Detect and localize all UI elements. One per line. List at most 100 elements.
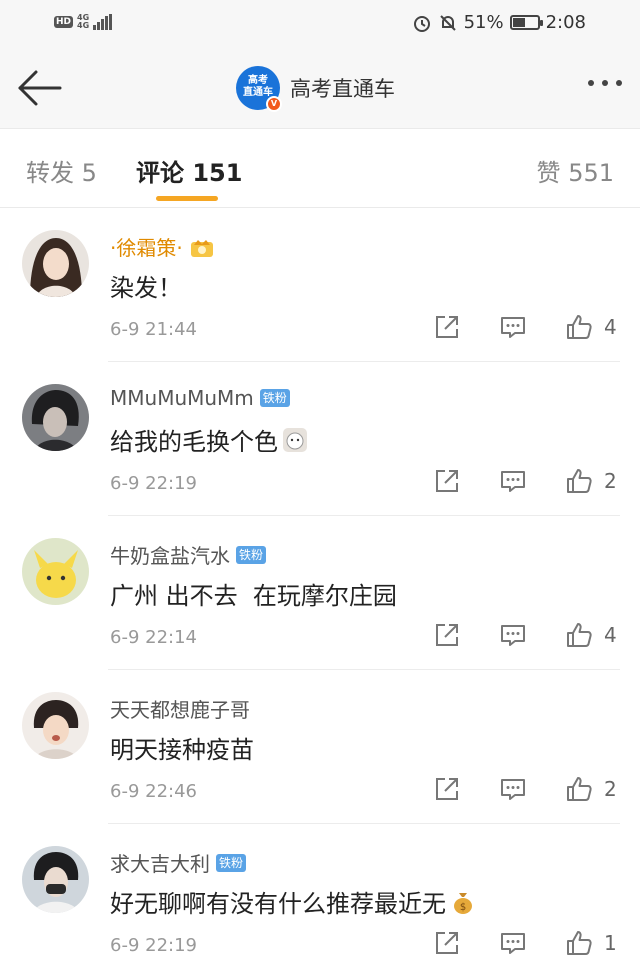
comment-time: 6-9 21:44 (110, 319, 197, 340)
active-tab-indicator (156, 196, 218, 201)
comment-item[interactable]: 求大吉大利 铁粉 好无聊啊有没有什么推荐最近无 $ 6-9 22:19 1 (0, 824, 640, 963)
comment-text: 广州 出不去 在玩摩尔庄园 (110, 576, 397, 611)
comment-body: 好无聊啊有没有什么推荐最近无 (110, 890, 446, 918)
sheep-emoji-icon (283, 427, 307, 452)
reply-button[interactable] (496, 464, 530, 498)
like-count: 4 (604, 315, 617, 339)
like-button[interactable] (562, 310, 596, 344)
like-button[interactable] (562, 772, 596, 806)
reply-button[interactable] (496, 926, 530, 960)
username[interactable]: 牛奶盒盐汽水 (110, 540, 230, 569)
share-icon (436, 470, 458, 492)
clock: 2:08 (545, 12, 586, 33)
tab-likes-label: 赞 (536, 159, 561, 187)
tab-comments[interactable]: 评论 151 (136, 153, 242, 188)
reply-button[interactable] (496, 772, 530, 806)
comment-text: 染发！ (110, 268, 182, 303)
comment-time: 6-9 22:19 (110, 935, 197, 956)
avatar-line2: 直通车 (243, 87, 273, 98)
tab-repost[interactable]: 转发 5 (26, 153, 97, 188)
comment-actions: 2 (430, 464, 617, 498)
tab-comments-label: 评论 (136, 159, 184, 187)
tab-repost-label: 转发 (26, 159, 74, 187)
comment-time: 6-9 22:46 (110, 781, 197, 802)
avatar[interactable] (22, 384, 89, 451)
username[interactable]: 求大吉大利 (110, 848, 210, 877)
reply-button[interactable] (496, 618, 530, 652)
alarm-icon (413, 15, 430, 32)
like-button[interactable] (562, 464, 596, 498)
share-icon (436, 316, 458, 338)
account-header[interactable]: 高考 直通车 V 高考直通车 (236, 66, 395, 112)
share-icon (436, 778, 458, 800)
thumbs-up-icon (567, 315, 592, 339)
comment-actions: 1 (430, 926, 617, 960)
status-bar: HD 4G 4G 51% 2:08 (0, 0, 640, 50)
tab-bar: 转发 5 评论 151 赞 551 (0, 128, 640, 208)
avatar[interactable] (22, 538, 89, 605)
like-count: 2 (604, 777, 617, 801)
avatar[interactable] (22, 846, 89, 913)
comment-item[interactable]: MMuMuMuMm 铁粉 给我的毛换个色 6-9 22:19 2 (0, 362, 640, 516)
status-bar-right: 51% 2:08 (412, 12, 586, 33)
thumbs-up-icon (567, 931, 592, 955)
like-count: 2 (604, 469, 617, 493)
reply-bubble-icon (501, 779, 525, 800)
comment-body: 给我的毛换个色 (110, 428, 278, 456)
comment-time: 6-9 22:14 (110, 627, 197, 648)
more-dots-icon[interactable] (588, 80, 622, 86)
account-avatar[interactable]: 高考 直通车 V (236, 66, 282, 112)
account-name[interactable]: 高考直通车 (290, 73, 395, 103)
comment-item[interactable]: 牛奶盒盐汽水 铁粉 广州 出不去 在玩摩尔庄园 6-9 22:14 4 (0, 516, 640, 670)
fan-badge: 铁粉 (236, 545, 267, 564)
money-bag-emoji-icon: $ (454, 892, 472, 914)
reply-button[interactable] (496, 310, 530, 344)
avatar-line1: 高考 (248, 75, 268, 86)
tab-comments-count: 151 (192, 159, 243, 187)
share-button[interactable] (430, 926, 464, 960)
verified-badge: V (266, 96, 282, 112)
like-count: 1 (604, 931, 617, 955)
username[interactable]: ·徐霜策· (110, 232, 183, 261)
signal-icon (93, 14, 113, 30)
comment-actions: 4 (430, 618, 617, 652)
tab-likes[interactable]: 赞 551 (537, 153, 614, 188)
crown-badge-icon (190, 239, 213, 257)
battery-icon (509, 15, 543, 30)
comment-actions: 2 (430, 772, 617, 806)
share-button[interactable] (430, 310, 464, 344)
like-button[interactable] (562, 618, 596, 652)
comment-time: 6-9 22:19 (110, 473, 197, 494)
comment-item[interactable]: ·徐霜策· 染发！ 6-9 21:44 4 (0, 208, 640, 362)
mute-bell-icon (439, 14, 456, 31)
battery-percent: 51% (463, 12, 504, 33)
thumbs-up-icon (567, 469, 592, 493)
svg-text:$: $ (460, 902, 466, 913)
comment-body: 广州 出不去 在玩摩尔庄园 (110, 582, 397, 610)
nav-bar: 高考 直通车 V 高考直通车 (0, 50, 640, 128)
back-button[interactable] (14, 68, 64, 108)
comment-body: 明天接种疫苗 (110, 736, 254, 764)
thumbs-up-icon (567, 623, 592, 647)
reply-bubble-icon (501, 471, 525, 492)
reply-bubble-icon (501, 317, 525, 338)
username[interactable]: 天天都想鹿子哥 (110, 694, 250, 723)
status-bar-left: HD 4G 4G (54, 14, 113, 30)
fan-badge: 铁粉 (216, 853, 247, 872)
tab-likes-count: 551 (568, 159, 614, 187)
avatar[interactable] (22, 692, 89, 759)
share-icon (436, 624, 458, 646)
network-type-bottom: 4G (77, 21, 90, 30)
reply-bubble-icon (501, 933, 525, 954)
avatar[interactable] (22, 230, 89, 297)
share-button[interactable] (430, 618, 464, 652)
network-type-icon: 4G 4G (77, 14, 89, 30)
comment-item[interactable]: 天天都想鹿子哥 明天接种疫苗 6-9 22:46 2 (0, 670, 640, 824)
like-count: 4 (604, 623, 617, 647)
arrow-left-icon (18, 70, 62, 106)
share-button[interactable] (430, 464, 464, 498)
username[interactable]: MMuMuMuMm (110, 386, 254, 410)
share-button[interactable] (430, 772, 464, 806)
share-icon (436, 932, 458, 954)
like-button[interactable] (562, 926, 596, 960)
